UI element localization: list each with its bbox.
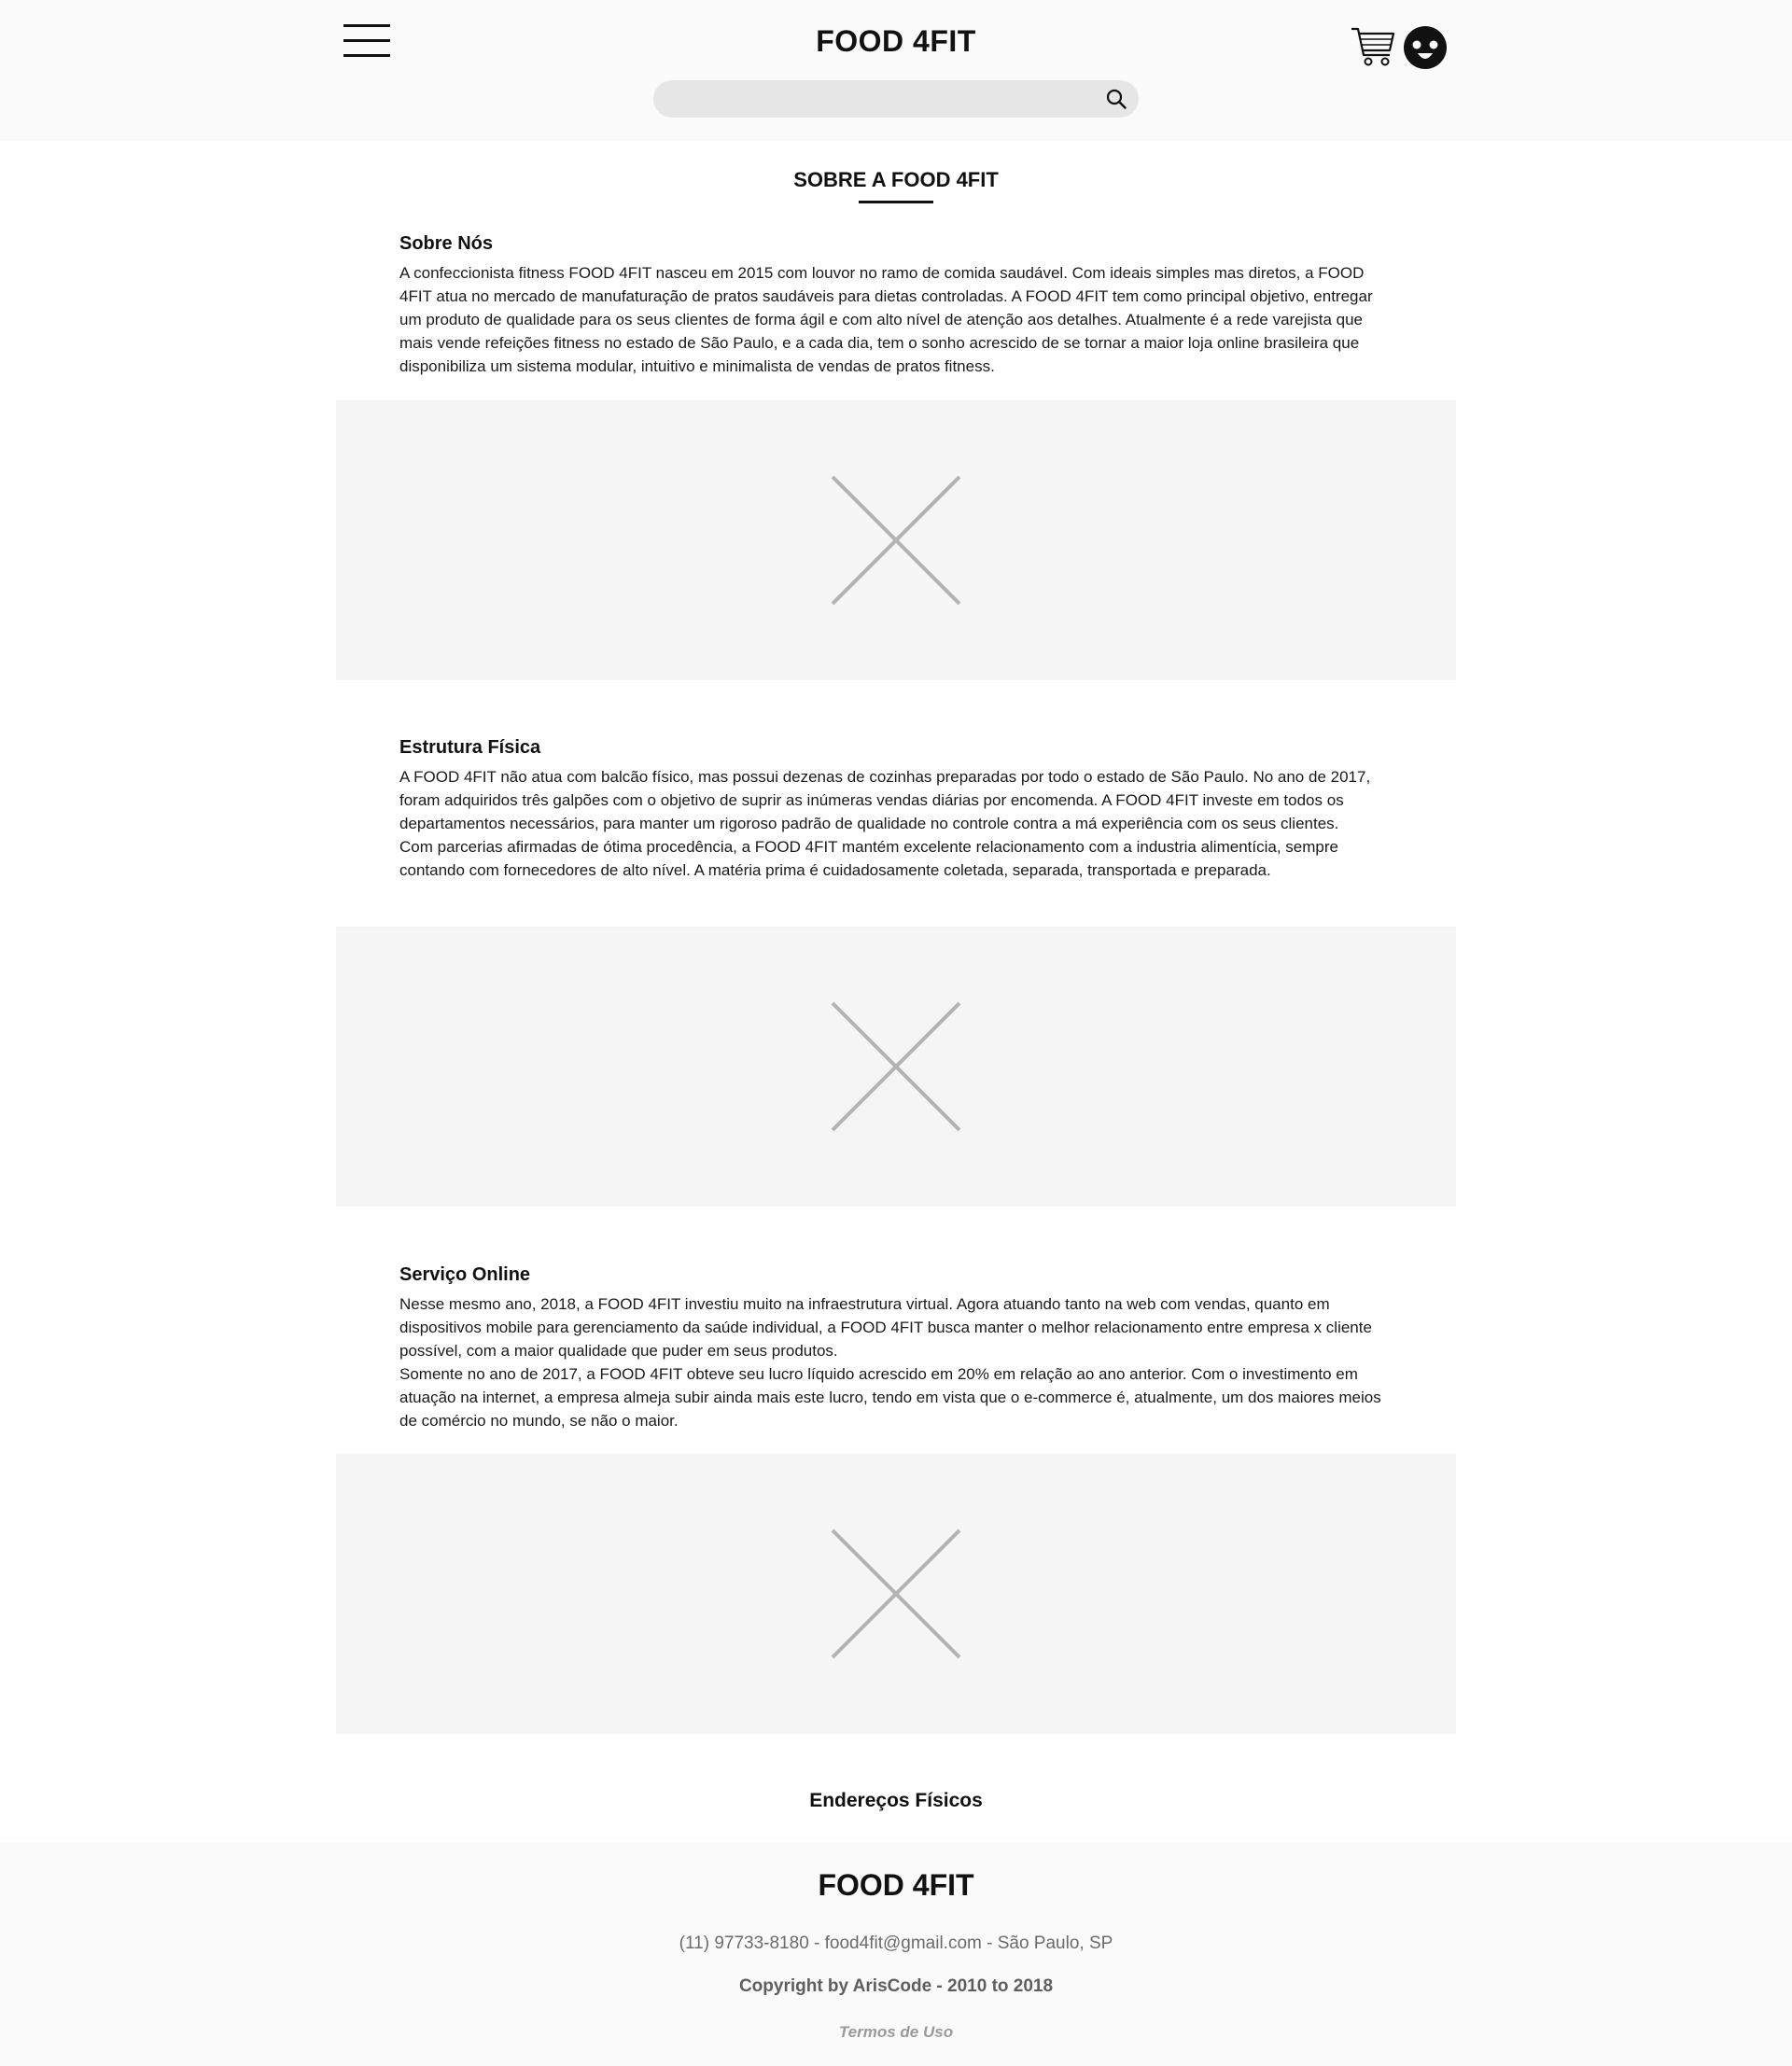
image-placeholder-icon bbox=[831, 1001, 961, 1132]
footer-logo: FOOD 4FIT bbox=[818, 1868, 974, 1902]
image-placeholder-icon bbox=[831, 475, 961, 606]
user-avatar-icon[interactable] bbox=[1403, 25, 1448, 70]
search-bar bbox=[653, 80, 1139, 119]
site-header: FOOD 4FIT bbox=[0, 0, 1792, 141]
section-title: Sobre Nós bbox=[399, 233, 494, 254]
footer-copyright: Copyright by ArisCode - 2010 to 2018 bbox=[738, 1976, 1054, 1996]
section-estrutura-fisica: Estrutura Física A FOOD 4FIT não atua co… bbox=[399, 735, 1393, 882]
section-paragraph: A confeccionista fitness FOOD 4FIT nasce… bbox=[399, 264, 1373, 375]
image-placeholder bbox=[336, 927, 1456, 1207]
site-footer: FOOD 4FIT (11) 97733-8180 - food4fit@gma… bbox=[0, 1842, 1792, 2066]
image-placeholder bbox=[336, 400, 1456, 680]
search-input[interactable] bbox=[672, 80, 1086, 119]
addresses-link[interactable]: Endereços Físicos bbox=[0, 1790, 1792, 1812]
image-placeholder bbox=[336, 1454, 1456, 1734]
section-paragraph: A FOOD 4FIT não atua com balcão físico, … bbox=[399, 768, 1371, 832]
shopping-cart-icon[interactable] bbox=[1350, 24, 1396, 69]
section-title: Estrutura Física bbox=[399, 737, 541, 758]
section-paragraph: Somente no ano de 2017, a FOOD 4FIT obte… bbox=[399, 1365, 1381, 1430]
footer-contact-info: (11) 97733-8180 - food4fit@gmail.com - S… bbox=[679, 1933, 1113, 1953]
section-paragraph: Com parcerias afirmadas de ótima procedê… bbox=[399, 838, 1338, 879]
terms-of-use-link[interactable]: Termos de Uso bbox=[0, 2023, 1792, 2042]
site-logo[interactable]: FOOD 4FIT bbox=[0, 24, 1792, 59]
image-placeholder-icon bbox=[831, 1529, 961, 1659]
section-servico-online: Serviço Online Nesse mesmo ano, 2018, a … bbox=[399, 1263, 1393, 1432]
section-sobre-nos: Sobre Nós A confeccionista fitness FOOD … bbox=[399, 231, 1393, 378]
section-title: Serviço Online bbox=[399, 1264, 531, 1285]
page-title: SOBRE A FOOD 4FIT bbox=[793, 168, 999, 191]
section-paragraph: Nesse mesmo ano, 2018, a FOOD 4FIT inves… bbox=[399, 1295, 1372, 1360]
search-icon[interactable] bbox=[1105, 88, 1127, 110]
title-underline bbox=[859, 201, 933, 203]
